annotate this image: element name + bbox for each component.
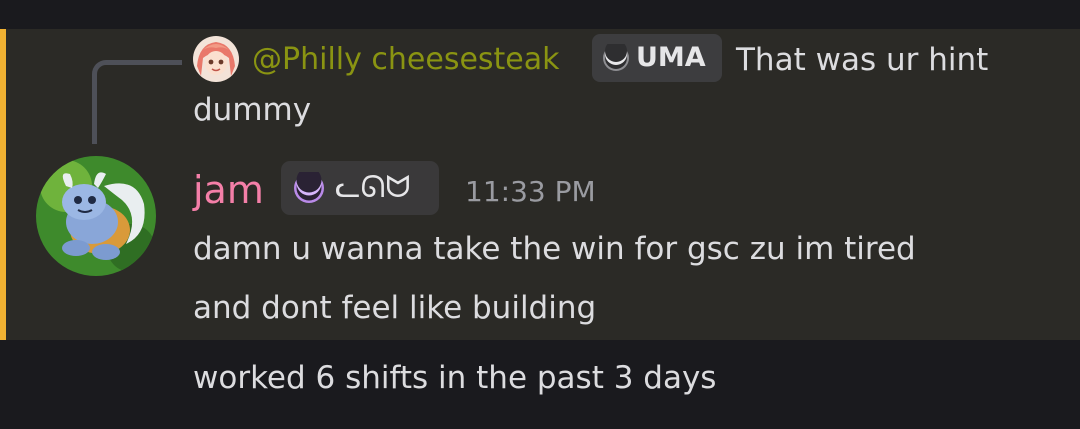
reply-author-name[interactable]: @Philly cheesesteak (252, 38, 560, 82)
reply-connector (92, 60, 182, 144)
author-server-tag[interactable]: ᓚᘏᗢ (281, 161, 439, 215)
anime-girl-avatar-icon (193, 36, 239, 82)
followup-message-text[interactable]: worked 6 shifts in the past 3 days (193, 353, 716, 403)
reply-author-avatar[interactable] (193, 36, 239, 82)
crescent-moon-icon (294, 172, 324, 203)
reply-server-tag[interactable]: UMA (592, 34, 722, 82)
author-server-tag-label: ᓚᘏᗢ (335, 170, 411, 205)
mention-indicator-bar (0, 29, 6, 340)
message-text[interactable]: damn u wanna take the win for gsc zu im … (193, 224, 916, 274)
chat-view: @Philly cheesesteak UMA That was ur hint… (0, 0, 1080, 429)
reply-server-tag-label: UMA (636, 42, 706, 73)
reply-preview-text[interactable]: That was ur hint (736, 38, 988, 82)
message-text-continued[interactable]: and dont feel like building (193, 283, 596, 333)
message-timestamp[interactable]: 11:33 PM (465, 170, 596, 214)
crescent-moon-icon (603, 44, 629, 71)
reply-preview-text-continued[interactable]: dummy (193, 88, 311, 132)
wartortle-avatar-icon (36, 156, 156, 276)
author-avatar[interactable] (36, 156, 156, 276)
author-name[interactable]: jam (193, 164, 264, 216)
